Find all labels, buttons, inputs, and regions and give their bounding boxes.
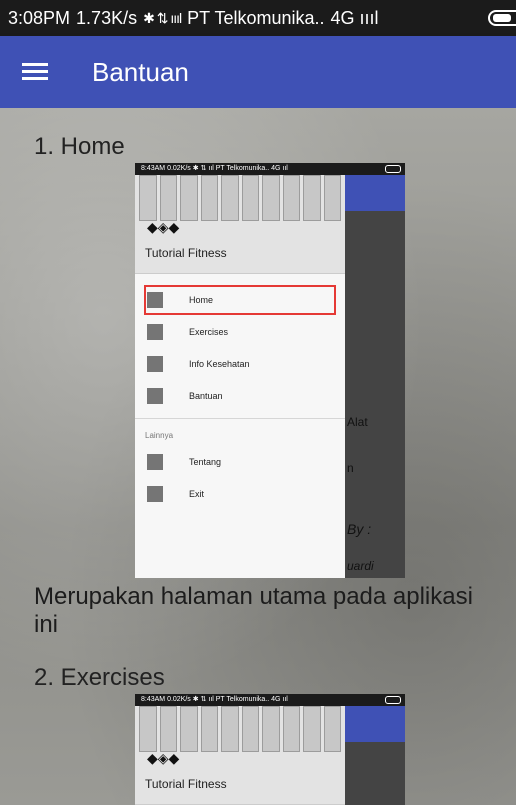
drawer-item-tentang: Tentang — [135, 446, 345, 478]
peek-text: n — [347, 461, 354, 475]
battery-icon — [488, 10, 516, 26]
peek-text: By : — [347, 521, 372, 537]
city-skyline-image — [135, 175, 345, 221]
drawer-item-exercises: Exercises — [135, 316, 345, 348]
exercises-icon — [147, 324, 163, 340]
drawer-title: Tutorial Fitness — [145, 246, 227, 260]
section-description-home: Merupakan halaman utama pada aplikasi in… — [34, 583, 473, 638]
section-heading-exercises: 2. Exercises — [34, 664, 165, 691]
menu-icon[interactable] — [22, 63, 48, 81]
logo-icon: ◆◈◆ — [147, 219, 180, 235]
drawer-subheader: Lainnya — [145, 431, 174, 440]
status-time: 3:08PM — [8, 7, 71, 28]
status-indicators: ✱ ⇅ ıııl — [143, 9, 182, 26]
screenshot-status-bar: 8:43AM 0.02K/s ✱ ⇅ ııl PT Telkomunika.. … — [135, 694, 405, 706]
page-title: Bantuan — [92, 56, 189, 87]
section-heading-home: 1. Home — [34, 133, 125, 160]
drawer-title: Tutorial Fitness — [145, 777, 227, 791]
drawer-item-info: Info Kesehatan — [135, 348, 345, 380]
about-icon — [147, 454, 163, 470]
screenshot-home: 8:43AM 0.02K/s ✱ ⇅ ııl PT Telkomunika.. … — [135, 163, 405, 578]
peek-text: Alat — [347, 415, 368, 429]
exit-icon — [147, 486, 163, 502]
status-carrier: PT Telkomunika.. — [187, 7, 325, 28]
screenshot-drawer: ◆◈◆ Tutorial Fitness — [135, 706, 345, 805]
status-speed: 1.73K/s — [76, 7, 138, 28]
help-content[interactable]: 1. Home 8:43AM 0.02K/s ✱ ⇅ ııl PT Telkom… — [0, 108, 516, 805]
drawer-item-bantuan: Bantuan — [135, 380, 345, 412]
drawer-item-home: Home — [143, 284, 337, 316]
status-network: 4G ıııl — [330, 7, 379, 28]
city-skyline-image — [135, 706, 345, 752]
screenshot-drawer: ◆◈◆ Tutorial Fitness Home Exercises Info… — [135, 175, 345, 578]
info-icon — [147, 356, 163, 372]
screenshot-exercises: 8:43AM 0.02K/s ✱ ⇅ ııl PT Telkomunika.. … — [135, 694, 405, 805]
help-icon — [147, 388, 163, 404]
drawer-item-exit: Exit — [135, 478, 345, 510]
peek-text: uardi — [347, 559, 374, 573]
app-bar: Bantuan — [0, 36, 516, 108]
screenshot-status-bar: 8:43AM 0.02K/s ✱ ⇅ ııl PT Telkomunika.. … — [135, 163, 405, 175]
logo-icon: ◆◈◆ — [147, 750, 180, 766]
home-icon — [147, 292, 163, 308]
status-bar: 3:08PM 1.73K/s ✱ ⇅ ıııl PT Telkomunika..… — [0, 0, 516, 36]
